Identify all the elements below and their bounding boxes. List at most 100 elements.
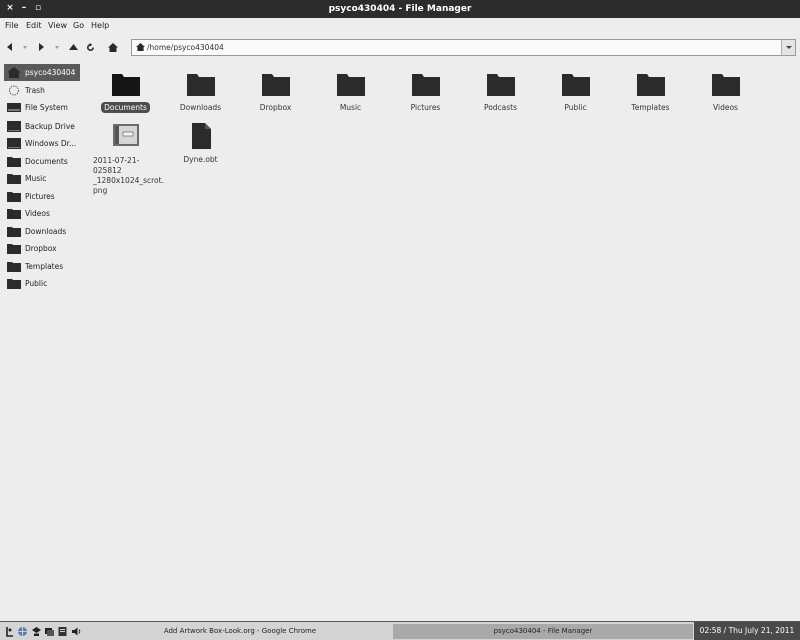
title-bar: × – ▫ psyco430404 - File Manager	[0, 0, 800, 18]
sidebar-item-backup-drive[interactable]: Backup Drive	[4, 118, 80, 135]
reload-button[interactable]	[84, 41, 96, 53]
sidebar: psyco430404 Trash File System Backup Dri…	[0, 60, 86, 620]
sidebar-item-trash[interactable]: Trash	[4, 82, 80, 99]
trash-icon	[9, 85, 19, 96]
folder-icon	[337, 74, 365, 96]
network-icon[interactable]	[17, 626, 28, 637]
menu-bar: File Edit View Go Help	[0, 18, 800, 36]
folder-icon	[7, 279, 21, 289]
folder-icon	[7, 227, 21, 237]
home-button[interactable]	[107, 41, 119, 53]
task-google-chrome[interactable]: Add Artwork Box-Look.org - Google Chrome	[88, 624, 392, 639]
folder-icon	[562, 74, 590, 96]
sidebar-item-dropbox[interactable]: Dropbox	[4, 240, 80, 257]
sidebar-item-documents[interactable]: Documents	[4, 153, 80, 170]
file-name: Templates	[631, 103, 670, 112]
folder-icon	[7, 174, 21, 184]
file-name: Pictures	[410, 103, 441, 112]
sidebar-item-label: Public	[25, 279, 48, 288]
home-icon	[7, 67, 21, 78]
document-file-icon	[192, 123, 211, 149]
menu-view[interactable]: View	[48, 21, 67, 30]
arrow-left-icon	[7, 43, 12, 51]
sidebar-item-file-system[interactable]: File System	[4, 99, 80, 116]
volume-icon[interactable]	[71, 626, 82, 637]
arrow-up-icon	[68, 44, 78, 50]
menu-go[interactable]: Go	[73, 21, 84, 30]
folder-icon	[7, 192, 21, 202]
sidebar-item-label: Trash	[25, 86, 45, 95]
sidebar-item-label: File System	[25, 103, 68, 112]
sidebar-item-label: Documents	[25, 157, 68, 166]
launcher-icon[interactable]	[4, 626, 15, 637]
folder-icon	[712, 74, 740, 96]
file-name: Dropbox	[259, 103, 292, 112]
window-list-icon[interactable]	[44, 626, 55, 637]
taskbar: Add Artwork Box-Look.org - Google Chrome…	[0, 621, 800, 640]
sidebar-item-label: Videos	[25, 209, 50, 218]
sidebar-item-pictures[interactable]: Pictures	[4, 188, 80, 205]
drive-icon	[7, 103, 21, 112]
location-bar[interactable]: /home/psyco430404	[131, 39, 796, 56]
chevron-down-icon	[23, 46, 27, 49]
image-file-icon	[113, 124, 139, 146]
sidebar-item-home[interactable]: psyco430404	[4, 64, 80, 81]
file-name: Music	[339, 103, 362, 112]
folder-icon	[7, 157, 21, 167]
home-icon	[136, 43, 145, 51]
sidebar-item-label: psyco430404	[25, 68, 76, 77]
file-name: Documents	[101, 102, 150, 113]
reload-icon	[86, 42, 94, 51]
sidebar-item-downloads[interactable]: Downloads	[4, 223, 80, 240]
file-name-line: 2011-07-21-025812	[93, 156, 140, 175]
sidebar-item-label: Windows Dr...	[25, 139, 77, 148]
dropbox-icon[interactable]	[31, 626, 42, 637]
menu-file[interactable]: File	[5, 21, 18, 30]
arrow-right-icon	[39, 43, 44, 51]
sidebar-item-videos[interactable]: Videos	[4, 205, 80, 222]
forward-dropdown-button[interactable]	[51, 41, 63, 53]
folder-icon	[112, 74, 140, 96]
sidebar-item-label: Templates	[25, 262, 64, 271]
file-name: Public	[564, 103, 587, 112]
sidebar-item-label: Music	[25, 174, 47, 183]
chevron-down-icon	[785, 46, 792, 49]
folder-icon	[187, 74, 215, 96]
sidebar-item-templates[interactable]: Templates	[4, 258, 80, 275]
sidebar-item-music[interactable]: Music	[4, 170, 80, 187]
drive-icon	[7, 121, 21, 132]
menu-edit[interactable]: Edit	[26, 21, 42, 30]
chevron-down-icon	[55, 46, 59, 49]
sidebar-item-windows-drive[interactable]: Windows Dr...	[4, 135, 80, 152]
location-dropdown-button[interactable]	[781, 40, 795, 55]
sidebar-item-label: Backup Drive	[25, 122, 75, 131]
up-button[interactable]	[67, 41, 79, 53]
back-button[interactable]	[4, 41, 16, 53]
sidebar-item-label: Dropbox	[25, 244, 57, 253]
folder-icon	[637, 74, 665, 96]
file-view: Documents Downloads Dropbox Music Pictur…	[86, 60, 800, 620]
folder-icon	[487, 74, 515, 96]
home-icon	[108, 42, 118, 52]
task-file-manager[interactable]: psyco430404 - File Manager	[393, 624, 693, 639]
sidebar-item-public[interactable]: Public	[4, 275, 80, 292]
folder-icon	[412, 74, 440, 96]
file-name: Downloads	[179, 103, 222, 112]
folder-icon	[262, 74, 290, 96]
folder-icon	[7, 244, 21, 254]
forward-button[interactable]	[35, 41, 47, 53]
folder-icon	[7, 209, 21, 219]
sidebar-item-label: Downloads	[25, 227, 67, 236]
window-title: psyco430404 - File Manager	[328, 4, 472, 14]
clipboard-icon[interactable]	[57, 626, 68, 637]
file-name: Dyne.obt	[183, 155, 218, 164]
sidebar-item-label: Pictures	[25, 192, 55, 201]
folder-icon	[7, 262, 21, 272]
drive-icon	[7, 138, 21, 149]
menu-help[interactable]: Help	[91, 21, 109, 30]
location-path[interactable]: /home/psyco430404	[147, 43, 224, 52]
file-name-line: png	[93, 186, 108, 195]
file-name: Videos	[713, 103, 738, 112]
back-dropdown-button[interactable]	[19, 41, 31, 53]
clock[interactable]: 02:58 / Thu July 21, 2011	[694, 622, 800, 640]
